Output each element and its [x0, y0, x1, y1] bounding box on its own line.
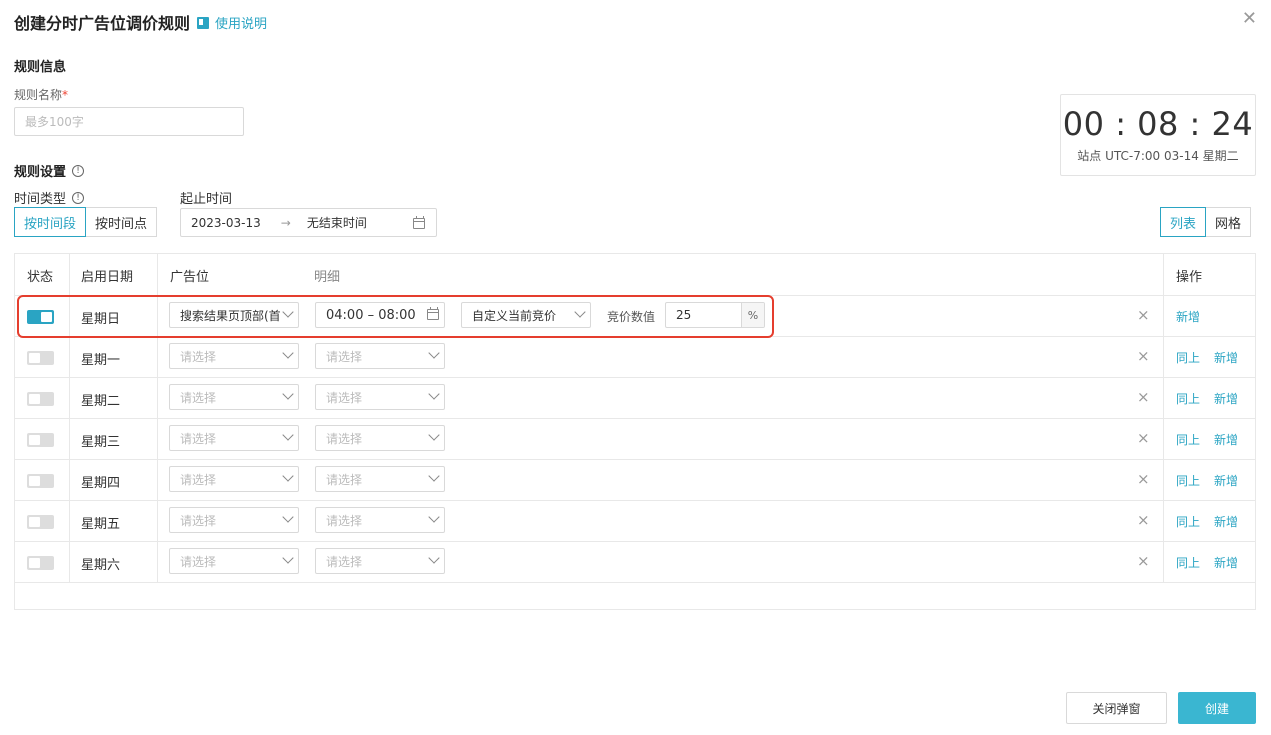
col-ops: 操作: [1176, 269, 1203, 285]
chevron-down-icon: [428, 347, 440, 359]
col-date: 启用日期: [81, 269, 134, 285]
day-label: 星期四: [81, 476, 121, 491]
time-type-toggle: 按时间段 按时间点: [14, 207, 158, 237]
col-status: 状态: [27, 269, 54, 285]
remove-icon[interactable]: ×: [1137, 429, 1150, 447]
book-icon: [196, 16, 210, 30]
range-label: 起止时间: [180, 192, 233, 207]
date-range-picker[interactable]: 2023-03-13 → 无结束时间: [180, 208, 437, 237]
ad-slot-select[interactable]: 请选择: [169, 548, 299, 574]
clock-time: 00 : 08 : 24: [1062, 105, 1254, 143]
copy-above-button[interactable]: 同上: [1176, 472, 1200, 489]
ad-slot-select[interactable]: 请选择: [169, 343, 299, 369]
chevron-down-icon: [282, 552, 294, 564]
remove-icon[interactable]: ×: [1137, 552, 1150, 570]
detail-select[interactable]: 请选择: [315, 425, 445, 451]
view-toggle: 列表 网格: [1160, 207, 1252, 237]
chevron-down-icon: [428, 552, 440, 564]
rule-settings-header: 规则设置 !: [14, 161, 85, 180]
day-label: 星期三: [81, 435, 121, 450]
copy-above-button[interactable]: 同上: [1176, 554, 1200, 571]
ad-slot-select[interactable]: 请选择: [169, 384, 299, 410]
chevron-down-icon: [282, 429, 294, 441]
status-toggle[interactable]: [27, 351, 54, 365]
remove-icon[interactable]: ×: [1137, 388, 1150, 406]
close-icon[interactable]: ✕: [1242, 8, 1257, 29]
add-button[interactable]: 新增: [1214, 349, 1238, 366]
table-row: 星期一 请选择 请选择 × 同上 新增: [15, 337, 1255, 378]
detail-select[interactable]: 请选择: [315, 548, 445, 574]
add-button[interactable]: 新增: [1176, 308, 1200, 325]
status-toggle[interactable]: [27, 392, 54, 406]
ad-slot-select[interactable]: 请选择: [169, 507, 299, 533]
required-mark: *: [62, 88, 69, 102]
calendar-icon: [413, 216, 425, 229]
chevron-down-icon: [428, 429, 440, 441]
rule-settings-title: 规则设置: [14, 165, 67, 180]
col-detail: 明细: [314, 269, 341, 285]
remove-icon[interactable]: ×: [1137, 511, 1150, 529]
copy-above-button[interactable]: 同上: [1176, 431, 1200, 448]
chevron-down-icon: [282, 347, 294, 359]
rule-info-title: 规则信息: [14, 60, 67, 75]
end-date: 无结束时间: [306, 216, 367, 230]
status-toggle[interactable]: [27, 433, 54, 447]
info-icon[interactable]: !: [72, 164, 85, 177]
remove-icon[interactable]: ×: [1137, 470, 1150, 488]
clock-site-info: 站点 UTC-7:00 03-14 星期二: [1077, 149, 1239, 163]
time-type-label: 时间类型 !: [14, 188, 85, 207]
status-toggle[interactable]: [27, 515, 54, 529]
add-button[interactable]: 新增: [1214, 390, 1238, 407]
table-row: 星期五 请选择 请选择 × 同上 新增: [15, 501, 1255, 542]
add-button[interactable]: 新增: [1214, 513, 1238, 530]
info-icon[interactable]: !: [72, 191, 85, 204]
detail-select[interactable]: 请选择: [315, 466, 445, 492]
help-link[interactable]: 使用说明: [196, 13, 267, 32]
remove-icon[interactable]: ×: [1137, 306, 1150, 324]
col-ad-slot: 广告位: [170, 269, 210, 285]
day-label: 星期五: [81, 517, 121, 532]
chevron-down-icon: [428, 388, 440, 400]
time-type-point-button[interactable]: 按时间点: [86, 207, 158, 237]
help-link-label: 使用说明: [215, 17, 268, 32]
chevron-down-icon: [282, 388, 294, 400]
chevron-down-icon: [428, 511, 440, 523]
status-toggle[interactable]: [27, 474, 54, 488]
detail-select[interactable]: 请选择: [315, 384, 445, 410]
day-label: 星期六: [81, 558, 121, 573]
table-row: 星期四 请选择 请选择 × 同上 新增: [15, 460, 1255, 501]
time-type-range-button[interactable]: 按时间段: [14, 207, 87, 237]
grid-view-button[interactable]: 网格: [1206, 207, 1252, 237]
remove-icon[interactable]: ×: [1137, 347, 1150, 365]
create-button[interactable]: 创建: [1178, 692, 1256, 724]
chevron-down-icon: [282, 470, 294, 482]
ad-slot-select[interactable]: 请选择: [169, 466, 299, 492]
table-row: 星期六 请选择 请选择 × 同上 新增: [15, 542, 1255, 583]
close-dialog-button[interactable]: 关闭弹窗: [1066, 692, 1167, 724]
rule-name-input[interactable]: 最多100字: [14, 107, 244, 136]
list-view-button[interactable]: 列表: [1160, 207, 1207, 237]
chevron-down-icon: [428, 470, 440, 482]
copy-above-button[interactable]: 同上: [1176, 349, 1200, 366]
range-arrow: →: [280, 215, 291, 230]
day-label: 星期二: [81, 394, 121, 409]
ad-slot-select[interactable]: 请选择: [169, 425, 299, 451]
site-clock: 00 : 08 : 24 站点 UTC-7:00 03-14 星期二: [1060, 94, 1256, 176]
copy-above-button[interactable]: 同上: [1176, 513, 1200, 530]
add-button[interactable]: 新增: [1214, 554, 1238, 571]
status-toggle[interactable]: [27, 556, 54, 570]
highlight-box: [17, 295, 774, 338]
copy-above-button[interactable]: 同上: [1176, 390, 1200, 407]
detail-select[interactable]: 请选择: [315, 507, 445, 533]
chevron-down-icon: [282, 511, 294, 523]
detail-select[interactable]: 请选择: [315, 343, 445, 369]
add-button[interactable]: 新增: [1214, 431, 1238, 448]
dialog-title: 创建分时广告位调价规则: [14, 14, 191, 33]
rule-name-label: 规则名称*: [14, 88, 69, 102]
start-date: 2023-03-13: [191, 215, 261, 230]
add-button[interactable]: 新增: [1214, 472, 1238, 489]
day-label: 星期一: [81, 353, 121, 368]
table-row: 星期二 请选择 请选择 × 同上 新增: [15, 378, 1255, 419]
table-row: 星期三 请选择 请选择 × 同上 新增: [15, 419, 1255, 460]
